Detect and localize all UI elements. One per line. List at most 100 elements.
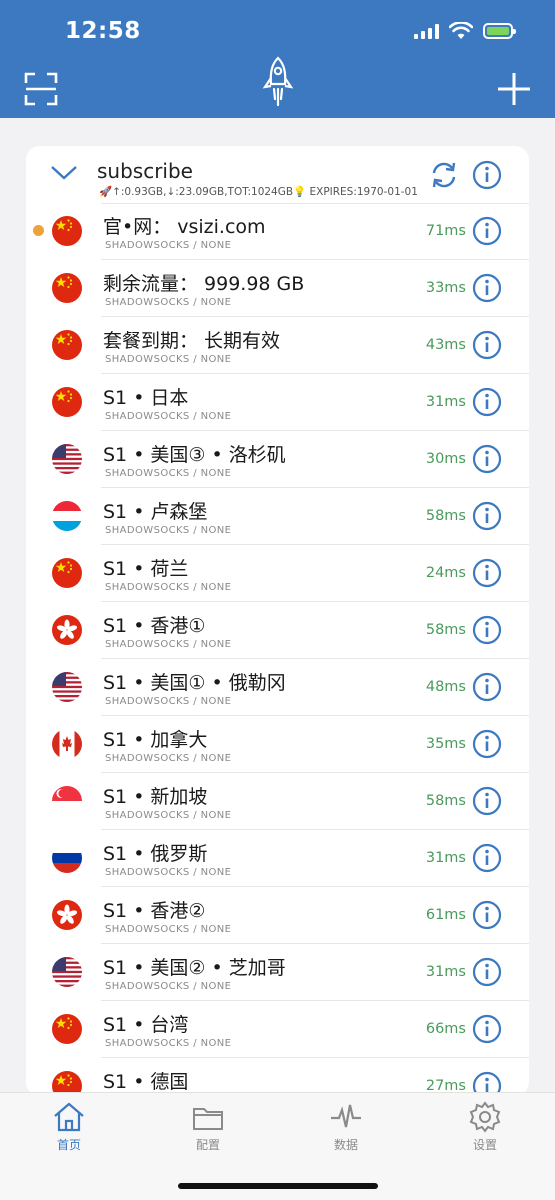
info-icon[interactable]: [472, 672, 502, 702]
china-flag: [52, 330, 82, 360]
chevron-down-icon[interactable]: [50, 162, 78, 182]
server-protocol: SHADOWSOCKS / NONE: [105, 354, 232, 365]
usa-flag: [52, 672, 82, 702]
tab-config[interactable]: 配置: [168, 1101, 248, 1153]
group-info-icon[interactable]: [472, 160, 502, 190]
server-row[interactable]: S1 • 香港① SHADOWSOCKS / NONE 58ms: [26, 602, 529, 659]
tab-label: 设置: [472, 1138, 497, 1152]
server-row[interactable]: S1 • 美国③ • 洛杉矶 SHADOWSOCKS / NONE 30ms: [26, 431, 529, 488]
server-name: S1 • 新加坡: [103, 786, 208, 808]
selected-indicator: [33, 225, 44, 236]
info-icon[interactable]: [472, 387, 502, 417]
server-latency: 35ms: [425, 736, 466, 752]
luxembourg-flag: [52, 501, 82, 531]
hongkong-flag: [52, 900, 82, 930]
status-icons: [414, 22, 516, 40]
tab-label: 首页: [56, 1138, 81, 1152]
tab-label: 配置: [195, 1138, 220, 1152]
singapore-flag: [52, 786, 82, 816]
info-icon[interactable]: [472, 501, 502, 531]
server-name: S1 • 日本: [103, 387, 189, 409]
server-latency: 66ms: [425, 1021, 466, 1037]
server-name: S1 • 香港①: [103, 615, 206, 637]
refresh-icon[interactable]: [430, 161, 458, 189]
server-latency: 31ms: [425, 964, 466, 980]
server-name: S1 • 美国① • 俄勒冈: [103, 672, 286, 694]
server-protocol: SHADOWSOCKS / NONE: [105, 1038, 232, 1049]
server-row[interactable]: 套餐到期： 长期有效 SHADOWSOCKS / NONE 43ms: [26, 317, 529, 374]
server-latency: 30ms: [425, 451, 466, 467]
usa-flag: [52, 444, 82, 474]
server-row[interactable]: S1 • 德国SHADOWSOCKS / NONE27ms: [26, 1058, 529, 1096]
nav-header: 12:58: [0, 0, 555, 118]
server-name: 官•网： vsizi.com: [103, 216, 266, 238]
info-icon[interactable]: [472, 444, 502, 474]
tab-home[interactable]: 首页: [29, 1101, 109, 1153]
server-name: S1 • 俄罗斯: [103, 843, 208, 865]
home-icon: [54, 1102, 84, 1132]
server-name: S1 • 台湾: [103, 1014, 189, 1036]
server-row[interactable]: S1 • 香港② SHADOWSOCKS / NONE 61ms: [26, 887, 529, 944]
group-header: subscribe 🚀↑:0.93GB,↓:23.09GB,TOT:1024GB…: [26, 146, 529, 203]
group-stats: 🚀↑:0.93GB,↓:23.09GB,TOT:1024GB💡 EXPIRES:…: [99, 186, 418, 198]
folder-icon: [193, 1108, 223, 1130]
server-name: S1 • 荷兰: [103, 558, 189, 580]
server-protocol: SHADOWSOCKS / NONE: [105, 867, 232, 878]
group-title: subscribe: [97, 159, 193, 183]
server-latency: 24ms: [425, 565, 466, 581]
server-row[interactable]: S1 • 卢森堡 SHADOWSOCKS / NONE 58ms: [26, 488, 529, 545]
info-icon[interactable]: [472, 1014, 502, 1044]
server-name: 套餐到期： 长期有效: [103, 330, 281, 352]
server-row[interactable]: S1 • 台湾 SHADOWSOCKS / NONE 66ms: [26, 1001, 529, 1058]
home-indicator: [178, 1183, 378, 1189]
info-icon[interactable]: [472, 900, 502, 930]
server-latency: 43ms: [425, 337, 466, 353]
server-row[interactable]: S1 • 美国① • 俄勒冈 SHADOWSOCKS / NONE 48ms: [26, 659, 529, 716]
info-icon[interactable]: [472, 615, 502, 645]
russia-flag: [52, 843, 82, 873]
add-server-icon[interactable]: [497, 72, 531, 106]
server-protocol: SHADOWSOCKS / NONE: [105, 582, 232, 593]
china-flag: [52, 1014, 82, 1044]
server-row[interactable]: S1 • 俄罗斯 SHADOWSOCKS / NONE 31ms: [26, 830, 529, 887]
server-name: 剩余流量： 999.98 GB: [103, 273, 305, 295]
server-latency: 31ms: [425, 394, 466, 410]
info-icon[interactable]: [472, 273, 502, 303]
server-name: S1 • 美国② • 芝加哥: [103, 957, 286, 979]
info-icon[interactable]: [472, 330, 502, 360]
server-name: S1 • 德国: [103, 1071, 189, 1093]
usa-flag: [52, 957, 82, 987]
info-icon[interactable]: [472, 729, 502, 759]
server-protocol: SHADOWSOCKS / NONE: [105, 696, 232, 707]
info-icon[interactable]: [472, 786, 502, 816]
server-name: S1 • 加拿大: [103, 729, 208, 751]
tab-data[interactable]: 数据: [306, 1101, 386, 1153]
server-protocol: SHADOWSOCKS / NONE: [105, 411, 232, 422]
server-latency: 48ms: [425, 679, 466, 695]
tab-settings[interactable]: 设置: [445, 1101, 525, 1153]
server-row[interactable]: S1 • 美国② • 芝加哥 SHADOWSOCKS / NONE 31ms: [26, 944, 529, 1001]
server-row[interactable]: S1 • 新加坡 SHADOWSOCKS / NONE 58ms: [26, 773, 529, 830]
info-icon[interactable]: [472, 216, 502, 246]
server-latency: 58ms: [425, 508, 466, 524]
info-icon[interactable]: [472, 843, 502, 873]
server-name: S1 • 卢森堡: [103, 501, 208, 523]
wifi-icon: [449, 22, 473, 39]
server-protocol: SHADOWSOCKS / NONE: [105, 810, 232, 821]
info-icon[interactable]: [472, 558, 502, 588]
server-protocol: SHADOWSOCKS / NONE: [105, 240, 232, 251]
server-list: 官•网： vsizi.com SHADOWSOCKS / NONE 71ms 剩余流量…: [26, 203, 529, 1096]
server-row[interactable]: 官•网： vsizi.com SHADOWSOCKS / NONE 71ms: [26, 203, 529, 260]
server-latency: 58ms: [425, 622, 466, 638]
server-row[interactable]: 剩余流量： 999.98 GB SHADOWSOCKS / NONE 33ms: [26, 260, 529, 317]
server-protocol: SHADOWSOCKS / NONE: [105, 525, 232, 536]
server-row[interactable]: S1 • 加拿大 SHADOWSOCKS / NONE 35ms: [26, 716, 529, 773]
china-flag: [52, 273, 82, 303]
battery-icon: [483, 23, 516, 39]
server-row[interactable]: S1 • 日本 SHADOWSOCKS / NONE 31ms: [26, 374, 529, 431]
server-name: S1 • 美国③ • 洛杉矶: [103, 444, 286, 466]
info-icon[interactable]: [472, 957, 502, 987]
server-protocol: SHADOWSOCKS / NONE: [105, 924, 232, 935]
server-row[interactable]: S1 • 荷兰 SHADOWSOCKS / NONE 24ms: [26, 545, 529, 602]
scan-icon[interactable]: [24, 72, 58, 106]
